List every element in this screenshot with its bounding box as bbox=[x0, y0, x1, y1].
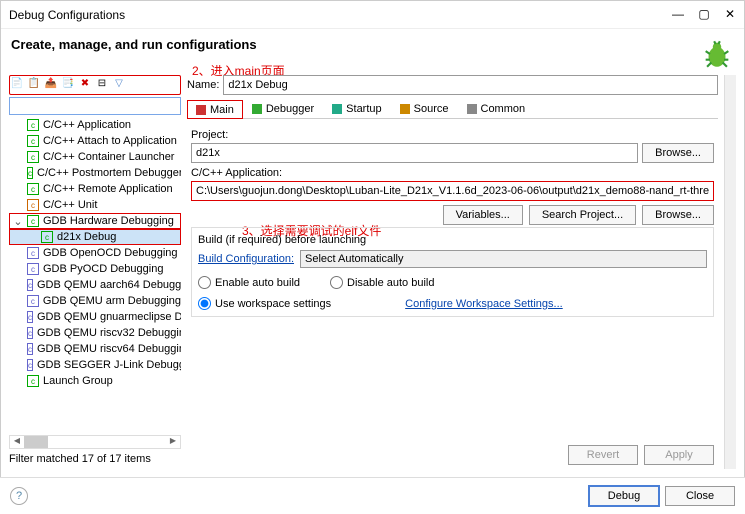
configure-workspace-link[interactable]: Configure Workspace Settings... bbox=[405, 298, 563, 310]
tab-icon bbox=[252, 104, 262, 114]
maximize-button[interactable]: ▢ bbox=[698, 8, 710, 22]
project-input[interactable] bbox=[191, 143, 638, 163]
c-icon: c bbox=[27, 151, 39, 163]
name-label: Name: bbox=[187, 79, 219, 91]
tab-icon bbox=[467, 104, 477, 114]
tree-item[interactable]: cGDB QEMU aarch64 Debugging bbox=[9, 277, 181, 293]
build-config-label[interactable]: Build Configuration: bbox=[198, 253, 294, 265]
revert-button[interactable]: Revert bbox=[568, 445, 638, 465]
radio-enable-auto[interactable]: Enable auto build bbox=[198, 276, 300, 289]
project-label: Project: bbox=[191, 129, 714, 141]
project-browse-button[interactable]: Browse... bbox=[642, 143, 714, 163]
tree-item[interactable]: cGDB QEMU riscv64 Debugging bbox=[9, 341, 181, 357]
c-icon: c bbox=[27, 135, 39, 147]
tab-source[interactable]: Source bbox=[391, 99, 458, 118]
tree-item[interactable]: cGDB PyOCD Debugging bbox=[9, 261, 181, 277]
tree-item[interactable]: cC/C++ Container Launcher bbox=[9, 149, 181, 165]
c-icon: c bbox=[27, 375, 39, 387]
tab-icon bbox=[196, 105, 206, 115]
filter-icon[interactable]: ▽ bbox=[112, 78, 126, 92]
tab-startup[interactable]: Startup bbox=[323, 99, 390, 118]
tab-debugger[interactable]: Debugger bbox=[243, 99, 323, 118]
tree-item[interactable]: cC/C++ Remote Application bbox=[9, 181, 181, 197]
sidebar-toolbar: 📄 📋 📤 📑 ✖ ⊟ ▽ bbox=[9, 75, 181, 95]
tree-item-child[interactable]: cd21x Debug bbox=[9, 229, 181, 245]
tree-item[interactable]: ⌄cGDB Hardware Debugging bbox=[9, 213, 181, 229]
tree-item[interactable]: cGDB QEMU arm Debugging bbox=[9, 293, 181, 309]
c-icon: c bbox=[27, 327, 33, 339]
close-button[interactable]: ✕ bbox=[724, 8, 736, 22]
c-icon: c bbox=[27, 199, 39, 211]
tree-item[interactable]: cGDB SEGGER J-Link Debugging bbox=[9, 357, 181, 373]
filter-count: Filter matched 17 of 17 items bbox=[9, 449, 181, 469]
radio-disable-auto[interactable]: Disable auto build bbox=[330, 276, 434, 289]
tree-item[interactable]: cGDB QEMU gnuarmeclipse Debugging bbox=[9, 309, 181, 325]
tab-main[interactable]: Main bbox=[187, 100, 243, 119]
radio-workspace[interactable]: Use workspace settings bbox=[198, 297, 331, 310]
app-browse-button[interactable]: Browse... bbox=[642, 205, 714, 225]
tab-icon bbox=[332, 104, 342, 114]
variables-button[interactable]: Variables... bbox=[443, 205, 523, 225]
c-icon: c bbox=[27, 311, 33, 323]
c-icon: c bbox=[27, 343, 33, 355]
bug-icon bbox=[700, 37, 734, 71]
config-tree: cC/C++ ApplicationcC/C++ Attach to Appli… bbox=[9, 117, 181, 433]
c-icon: c bbox=[27, 167, 33, 179]
new-proto-icon[interactable]: 📋 bbox=[27, 78, 41, 92]
tree-item[interactable]: cGDB OpenOCD Debugging bbox=[9, 245, 181, 261]
tree-item[interactable]: cLaunch Group bbox=[9, 373, 181, 389]
collapse-icon[interactable]: ⊟ bbox=[95, 78, 109, 92]
minimize-button[interactable]: — bbox=[672, 8, 684, 22]
filter-input[interactable] bbox=[9, 97, 181, 115]
duplicate-icon[interactable]: 📑 bbox=[61, 78, 75, 92]
c-icon: c bbox=[27, 263, 39, 275]
c-icon: c bbox=[27, 183, 39, 195]
c-icon: c bbox=[27, 279, 33, 291]
c-icon: c bbox=[27, 247, 39, 259]
tab-bar: MainDebuggerStartupSourceCommon bbox=[187, 99, 718, 119]
app-label: C/C++ Application: bbox=[191, 167, 714, 179]
c-icon: c bbox=[41, 231, 53, 243]
name-input[interactable] bbox=[223, 75, 718, 95]
debug-button[interactable]: Debug bbox=[589, 486, 659, 506]
tab-icon bbox=[400, 104, 410, 114]
close-dialog-button[interactable]: Close bbox=[665, 486, 735, 506]
apply-button[interactable]: Apply bbox=[644, 445, 714, 465]
help-icon[interactable]: ? bbox=[10, 487, 28, 505]
app-input[interactable] bbox=[191, 181, 714, 201]
tree-item[interactable]: cC/C++ Attach to Application bbox=[9, 133, 181, 149]
tree-item[interactable]: cC/C++ Unit bbox=[9, 197, 181, 213]
tree-item[interactable]: cGDB QEMU riscv32 Debugging bbox=[9, 325, 181, 341]
c-icon: c bbox=[27, 359, 33, 371]
delete-icon[interactable]: ✖ bbox=[78, 78, 92, 92]
tree-item[interactable]: cC/C++ Postmortem Debugger bbox=[9, 165, 181, 181]
c-icon: c bbox=[27, 215, 39, 227]
tab-common[interactable]: Common bbox=[458, 99, 535, 118]
h-scrollbar[interactable]: ◀▶ bbox=[9, 435, 181, 449]
build-group-title: Build (if required) before launching bbox=[198, 234, 707, 246]
window-title: Debug Configurations bbox=[9, 8, 672, 22]
new-config-icon[interactable]: 📄 bbox=[10, 78, 24, 92]
page-title: Create, manage, and run configurations bbox=[11, 37, 700, 71]
c-icon: c bbox=[27, 295, 39, 307]
search-project-button[interactable]: Search Project... bbox=[529, 205, 636, 225]
v-scrollbar[interactable] bbox=[724, 75, 736, 469]
build-config-select[interactable]: Select Automatically bbox=[300, 250, 707, 268]
c-icon: c bbox=[27, 119, 39, 131]
tree-item[interactable]: cC/C++ Application bbox=[9, 117, 181, 133]
export-icon[interactable]: 📤 bbox=[44, 78, 58, 92]
